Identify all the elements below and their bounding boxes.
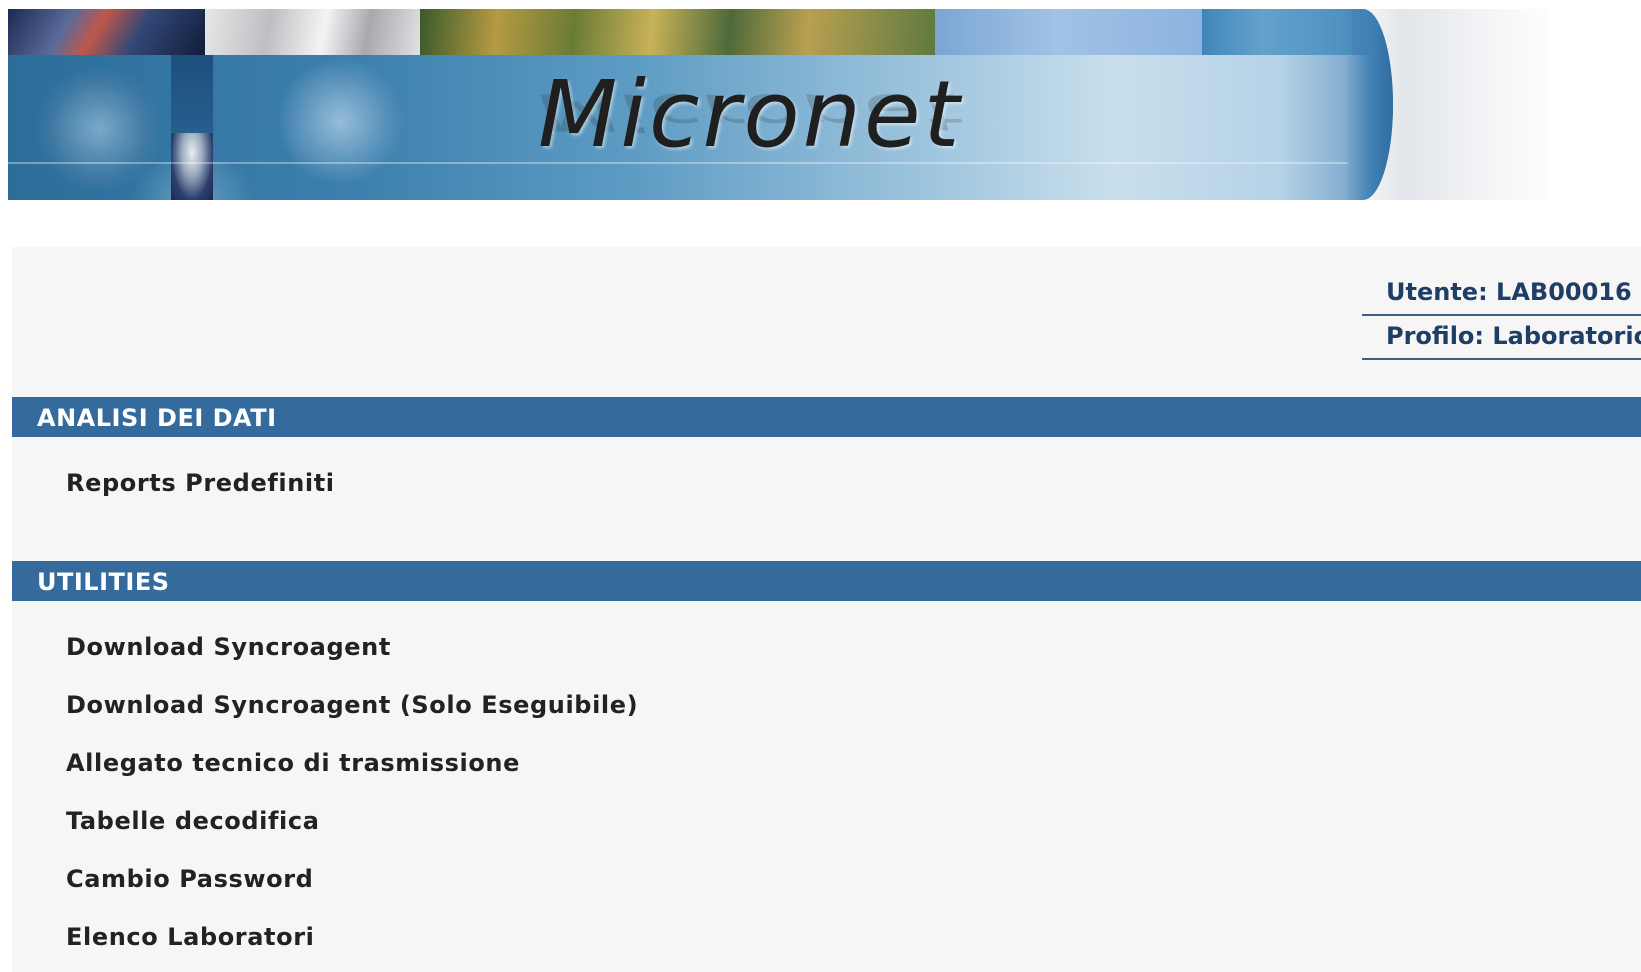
section-header-analisi: ANALISI DEI DATI [12,397,1641,437]
user-profile: Profilo: Laboratorio [1362,316,1641,360]
page: Micronet Micronet Utente: LAB00016 Profi… [0,0,1641,972]
menu-item-allegato-tecnico[interactable]: Allegato tecnico di trasmissione [66,749,520,777]
menu-item-cambio-password[interactable]: Cambio Password [66,865,313,893]
micronet-banner: Micronet Micronet [8,9,1548,200]
menu-item-download-syncroagent[interactable]: Download Syncroagent [66,633,391,661]
menu-item-download-syncroagent-eseguibile[interactable]: Download Syncroagent (Solo Eseguibile) [66,691,638,719]
menu-item-reports-predefiniti[interactable]: Reports Predefiniti [66,469,335,497]
section-header-utilities: UTILITIES [12,561,1641,601]
menu-item-elenco-laboratori[interactable]: Elenco Laboratori [66,923,314,951]
user-name: Utente: LAB00016 [1362,272,1641,316]
main-panel: Utente: LAB00016 Profilo: Laboratorio AN… [12,247,1641,972]
banner-title: Micronet [538,61,963,168]
banner-image: Micronet Micronet [8,9,1393,200]
user-info: Utente: LAB00016 Profilo: Laboratorio [1362,272,1641,360]
menu-item-tabelle-decodifica[interactable]: Tabelle decodifica [66,807,319,835]
